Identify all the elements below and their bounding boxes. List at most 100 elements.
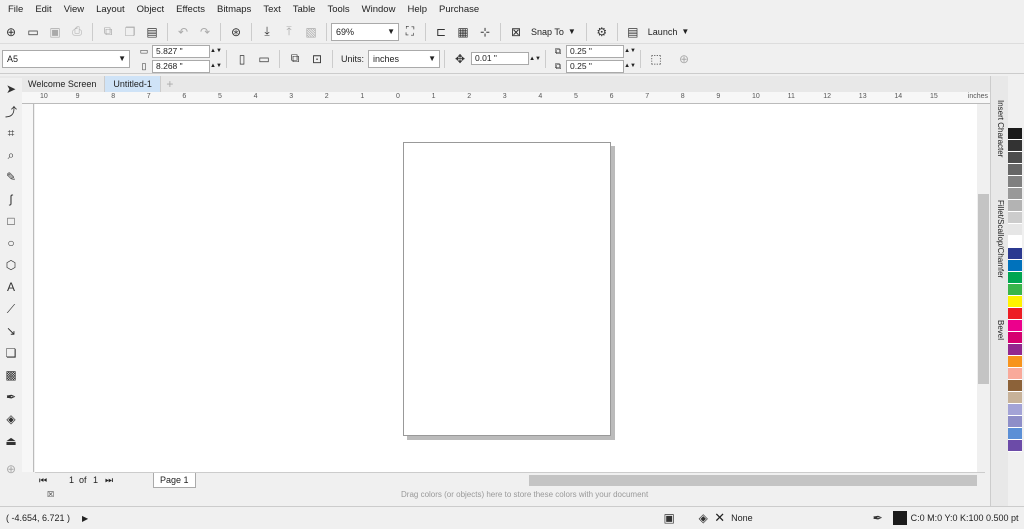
interactive-fill-icon[interactable]: ◈ bbox=[0, 408, 22, 430]
page-tab[interactable]: Page 1 bbox=[153, 473, 196, 488]
drop-shadow-icon[interactable]: ❏ bbox=[0, 342, 22, 364]
color-swatch[interactable] bbox=[1008, 356, 1022, 368]
color-swatch[interactable] bbox=[1008, 260, 1022, 272]
page-nav-last-icon[interactable]: ⏭ bbox=[105, 475, 113, 486]
paste-icon[interactable]: ▤ bbox=[143, 23, 161, 41]
horizontal-scroll-thumb[interactable] bbox=[529, 475, 977, 486]
color-swatch[interactable] bbox=[1008, 212, 1022, 224]
color-swatch[interactable] bbox=[1008, 368, 1022, 380]
snap-to-button[interactable]: Snap To bbox=[531, 27, 564, 37]
color-swatch[interactable] bbox=[1008, 428, 1022, 440]
copy-icon[interactable]: ❐ bbox=[121, 23, 139, 41]
menu-table[interactable]: Table bbox=[287, 0, 322, 20]
color-swatch[interactable] bbox=[1008, 308, 1022, 320]
ellipse-tool-icon[interactable]: ○ bbox=[0, 232, 22, 254]
new-document-icon[interactable]: ⊕ bbox=[2, 23, 20, 41]
zoom-level-combo[interactable]: 69% ▼ bbox=[331, 22, 399, 41]
document-palette[interactable]: ☒ Drag colors (or objects) here to store… bbox=[35, 488, 985, 502]
page-size-combo[interactable]: A5 ▼ bbox=[2, 49, 130, 68]
menu-view[interactable]: View bbox=[58, 0, 90, 20]
color-swatch[interactable] bbox=[1008, 188, 1022, 200]
smart-fill-icon[interactable]: ⏏ bbox=[0, 430, 22, 452]
shape-tool-icon[interactable]: ⤴ bbox=[0, 100, 22, 122]
portrait-icon[interactable]: ▯ bbox=[233, 50, 251, 68]
all-pages-icon[interactable]: ⧉ bbox=[286, 50, 304, 68]
nudge-distance-input[interactable]: 0.01 " bbox=[471, 52, 530, 65]
rectangle-tool-icon[interactable]: □ bbox=[0, 210, 22, 232]
eyedropper-icon[interactable]: ✒ bbox=[0, 386, 22, 408]
menu-text[interactable]: Text bbox=[257, 0, 286, 20]
page-height-input[interactable]: 8.268 " bbox=[152, 59, 210, 73]
menu-tools[interactable]: Tools bbox=[321, 0, 355, 20]
page-width-input[interactable]: 5.827 " bbox=[152, 44, 210, 58]
snap-off-icon[interactable]: ⊠ bbox=[507, 23, 525, 41]
export-icon[interactable]: ⤒ bbox=[280, 23, 298, 41]
pick-tool-icon[interactable]: ➤ bbox=[0, 78, 22, 100]
color-swatch[interactable] bbox=[1008, 128, 1022, 140]
menu-bitmaps[interactable]: Bitmaps bbox=[211, 0, 257, 20]
transparency-icon[interactable]: ▩ bbox=[0, 364, 22, 386]
color-swatch[interactable] bbox=[1008, 140, 1022, 152]
height-spinner[interactable]: ▲▼ bbox=[210, 63, 222, 69]
chevron-down-icon[interactable]: ▼ bbox=[681, 27, 689, 36]
add-icon[interactable]: ⊕ bbox=[675, 50, 693, 68]
tab-welcome-screen[interactable]: Welcome Screen bbox=[20, 76, 106, 92]
menu-help[interactable]: Help bbox=[401, 0, 433, 20]
text-tool-icon[interactable]: A bbox=[0, 276, 22, 298]
color-swatch[interactable] bbox=[1008, 440, 1022, 452]
show-grid-icon[interactable]: ▦ bbox=[454, 23, 472, 41]
menu-object[interactable]: Object bbox=[131, 0, 170, 20]
current-page-icon[interactable]: ⊡ bbox=[308, 50, 326, 68]
add-tool-icon[interactable]: ⊕ bbox=[0, 458, 22, 480]
new-tab-icon[interactable]: + bbox=[163, 77, 177, 91]
show-guidelines-icon[interactable]: ⊹ bbox=[476, 23, 494, 41]
color-swatch[interactable] bbox=[1008, 416, 1022, 428]
vertical-ruler[interactable] bbox=[22, 104, 34, 472]
zoom-tool-icon[interactable]: ⌕ bbox=[0, 144, 22, 166]
open-icon[interactable]: ▭ bbox=[24, 23, 42, 41]
color-swatch[interactable] bbox=[1008, 152, 1022, 164]
dup-x-spinner[interactable]: ▲▼ bbox=[624, 48, 636, 54]
color-swatch[interactable] bbox=[1008, 224, 1022, 236]
vertical-scrollbar[interactable] bbox=[977, 104, 990, 472]
color-swatch[interactable] bbox=[1008, 272, 1022, 284]
pdf-icon[interactable]: ▧ bbox=[302, 23, 320, 41]
horizontal-ruler[interactable]: 10 9 8 7 6 5 4 3 2 1 0 1 2 3 4 5 6 7 8 9 10 11 12 13 14 15 inches bbox=[22, 92, 990, 104]
menu-window[interactable]: Window bbox=[356, 0, 402, 20]
docker-tab-insert-character[interactable]: Insert Character bbox=[993, 100, 1007, 157]
dimension-tool-icon[interactable]: ⟋ bbox=[0, 298, 22, 320]
color-swatch[interactable] bbox=[1008, 296, 1022, 308]
landscape-icon[interactable]: ▭ bbox=[255, 50, 273, 68]
color-swatch[interactable] bbox=[1008, 164, 1022, 176]
gear-icon[interactable]: ⚙ bbox=[593, 23, 611, 41]
tab-untitled-1[interactable]: Untitled-1 bbox=[105, 76, 161, 92]
chevron-down-icon[interactable]: ▼ bbox=[568, 27, 576, 36]
undo-icon[interactable]: ↶ bbox=[174, 23, 192, 41]
color-swatch[interactable] bbox=[1008, 320, 1022, 332]
width-spinner[interactable]: ▲▼ bbox=[210, 48, 222, 54]
no-color-icon[interactable]: ☒ bbox=[47, 488, 54, 502]
vertical-scroll-thumb[interactable] bbox=[978, 194, 989, 384]
polygon-tool-icon[interactable]: ⬡ bbox=[0, 254, 22, 276]
save-icon[interactable]: ▣ bbox=[46, 23, 64, 41]
duplicate-y-input[interactable]: 0.25 " bbox=[566, 59, 625, 73]
color-swatch[interactable] bbox=[1008, 284, 1022, 296]
cut-icon[interactable]: ⧉ bbox=[99, 23, 117, 41]
freehand-tool-icon[interactable]: ✎ bbox=[0, 166, 22, 188]
show-rulers-icon[interactable]: ⊏ bbox=[432, 23, 450, 41]
artistic-media-icon[interactable]: ʃ bbox=[0, 188, 22, 210]
chevron-right-icon[interactable]: ▶ bbox=[82, 514, 88, 523]
dup-y-spinner[interactable]: ▲▼ bbox=[624, 63, 636, 69]
menu-effects[interactable]: Effects bbox=[170, 0, 211, 20]
menu-layout[interactable]: Layout bbox=[90, 0, 131, 20]
import-icon[interactable]: ⤓ bbox=[258, 23, 276, 41]
launch-icon[interactable]: ▤ bbox=[624, 23, 642, 41]
print-icon[interactable]: ⎙ bbox=[68, 23, 86, 41]
color-swatch[interactable] bbox=[1008, 392, 1022, 404]
document-page[interactable] bbox=[403, 142, 611, 436]
color-swatch[interactable] bbox=[1008, 404, 1022, 416]
crop-tool-icon[interactable]: ⌗ bbox=[0, 122, 22, 144]
connector-tool-icon[interactable]: ↘ bbox=[0, 320, 22, 342]
color-swatch[interactable] bbox=[1008, 176, 1022, 188]
color-proof-icon[interactable]: ▣ bbox=[660, 509, 678, 527]
